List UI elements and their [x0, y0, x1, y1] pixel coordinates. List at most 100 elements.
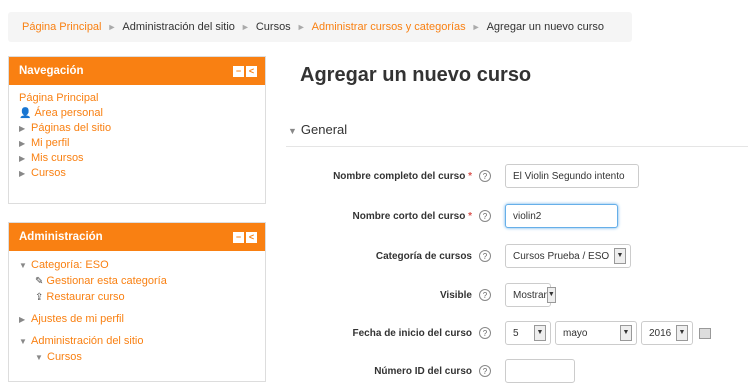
dropdown-arrow-icon: ▼	[620, 325, 632, 341]
form-row-idnumber: Número ID del curso ?	[300, 358, 748, 384]
breadcrumb-separator-icon: ►	[107, 22, 117, 32]
nav-item-label: Mi perfil	[31, 137, 70, 149]
dropdown-arrow-icon: ▼	[676, 325, 688, 341]
chevron-down-icon: ▼	[19, 337, 27, 346]
required-icon: *	[465, 210, 472, 222]
visible-select[interactable]: Mostrar ▼	[505, 283, 556, 307]
required-icon: *	[465, 170, 472, 182]
breadcrumb-separator-icon: ►	[471, 22, 481, 32]
nav-item-my-courses[interactable]: ▶ Mis cursos	[19, 151, 255, 166]
startdate-month-select[interactable]: mayo ▼	[555, 321, 637, 345]
nav-item-site-pages[interactable]: ▶ Páginas del sitio	[19, 121, 255, 136]
dock-icon[interactable]: −	[233, 231, 244, 243]
idnumber-label: Número ID del curso	[374, 365, 472, 377]
pencil-icon: ✎	[35, 276, 44, 287]
chevron-down-icon: ▼	[19, 261, 27, 270]
chevron-right-icon: ▶	[19, 154, 26, 163]
category-label: Categoría de cursos	[375, 250, 472, 262]
chevron-down-icon: ▼	[35, 353, 43, 362]
collapse-icon[interactable]: <	[246, 65, 257, 77]
help-icon[interactable]: ?	[479, 250, 491, 262]
nav-item-dashboard[interactable]: 👤 Área personal	[19, 106, 255, 121]
block-controls: − <	[233, 231, 257, 243]
startdate-year-select[interactable]: 2016 ▼	[641, 321, 693, 345]
visible-label: Visible	[439, 289, 472, 301]
startdate-label: Fecha de inicio del curso	[352, 327, 472, 339]
chevron-right-icon: ▶	[19, 315, 26, 324]
breadcrumb-site-admin[interactable]: Administración del sitio	[122, 21, 235, 33]
chevron-right-icon: ▶	[19, 139, 26, 148]
breadcrumb-manage-courses[interactable]: Administrar cursos y categorías	[312, 21, 466, 33]
navigation-block-title: Navegación	[19, 65, 84, 77]
administration-block-header: Administración − <	[9, 223, 265, 251]
breadcrumb-home[interactable]: Página Principal	[22, 21, 102, 33]
divider	[286, 146, 748, 147]
chevron-right-icon: ▶	[19, 124, 26, 133]
navigation-block: Navegación − < Página Principal 👤 Área per…	[8, 56, 266, 204]
form-row-startdate: Fecha de inicio del curso ? 5 ▼ mayo ▼ 2…	[300, 320, 748, 346]
admin-item-label: Restaurar curso	[46, 291, 125, 303]
person-icon: 👤	[19, 108, 32, 119]
shortname-input[interactable]	[505, 204, 618, 228]
section-title: General	[300, 122, 348, 137]
admin-item-label: Gestionar esta categoría	[46, 275, 167, 287]
help-icon[interactable]: ?	[479, 289, 491, 301]
day-value: 5	[513, 327, 519, 339]
idnumber-input[interactable]	[505, 359, 575, 383]
admin-item-label: Administración del sitio	[31, 335, 144, 347]
nav-item-label: Páginas del sitio	[31, 122, 112, 134]
collapse-icon[interactable]: <	[246, 231, 257, 243]
dropdown-arrow-icon: ▼	[546, 287, 556, 303]
nav-item-profile[interactable]: ▶ Mi perfil	[19, 136, 255, 151]
admin-item-courses[interactable]: ▼ Cursos	[19, 349, 255, 365]
nav-item-courses[interactable]: ▶ Cursos	[19, 166, 255, 181]
breadcrumb-courses[interactable]: Cursos	[256, 21, 291, 33]
breadcrumb-current: Agregar un nuevo curso	[486, 21, 605, 33]
help-icon[interactable]: ?	[479, 170, 491, 182]
admin-item-profile-settings[interactable]: ▶ Ajustes de mi perfil	[19, 311, 255, 327]
admin-item-category[interactable]: ▼ Categoría: ESO	[19, 257, 255, 273]
upload-icon: ⇪	[35, 292, 44, 303]
form-row-fullname: Nombre completo del curso * ?	[300, 163, 748, 189]
chevron-down-icon: ▼	[288, 126, 297, 136]
admin-item-label: Categoría: ESO	[31, 259, 109, 271]
nav-item-home[interactable]: Página Principal	[19, 91, 255, 106]
fullname-label: Nombre completo del curso *	[333, 170, 472, 182]
nav-item-label: Mis cursos	[31, 152, 84, 164]
month-value: mayo	[563, 327, 588, 339]
dropdown-arrow-icon: ▼	[614, 248, 626, 264]
help-icon[interactable]: ?	[479, 365, 491, 377]
chevron-right-icon: ▶	[19, 169, 26, 178]
administration-block: Administración − < ▼ Categoría: ESO ✎ Gesti…	[8, 222, 266, 382]
admin-item-manage-category[interactable]: ✎ Gestionar esta categoría	[19, 273, 255, 289]
block-controls: − <	[233, 65, 257, 77]
form-row-shortname: Nombre corto del curso * ?	[300, 203, 748, 229]
admin-item-restore-course[interactable]: ⇪ Restaurar curso	[19, 289, 255, 305]
fullname-input[interactable]	[505, 164, 639, 188]
year-value: 2016	[649, 327, 672, 339]
nav-item-label: Cursos	[31, 167, 66, 179]
breadcrumb-separator-icon: ►	[240, 22, 250, 32]
dock-icon[interactable]: −	[233, 65, 244, 77]
shortname-label: Nombre corto del curso *	[352, 210, 472, 222]
breadcrumb: Página Principal ► Administración del si…	[8, 12, 632, 42]
page-title: Agregar un nuevo curso	[300, 64, 532, 86]
category-select-value: Cursos Prueba / ESO	[513, 250, 610, 262]
visible-select-value: Mostrar	[513, 289, 547, 301]
admin-item-site-admin[interactable]: ▼ Administración del sitio	[19, 333, 255, 349]
section-general-toggle[interactable]: ▼ General	[288, 122, 347, 137]
startdate-day-select[interactable]: 5 ▼	[505, 321, 551, 345]
admin-item-label: Cursos	[47, 351, 82, 363]
form-row-visible: Visible ? Mostrar ▼	[300, 282, 748, 308]
help-icon[interactable]: ?	[479, 327, 491, 339]
calendar-icon[interactable]	[699, 327, 711, 339]
form-row-category: Categoría de cursos ? Cursos Prueba / ES…	[300, 243, 748, 269]
navigation-block-header: Navegación − <	[9, 57, 265, 85]
administration-block-title: Administración	[19, 231, 103, 243]
category-select[interactable]: Cursos Prueba / ESO ▼	[505, 244, 631, 268]
breadcrumb-separator-icon: ►	[296, 22, 306, 32]
dropdown-arrow-icon: ▼	[534, 325, 546, 341]
help-icon[interactable]: ?	[479, 210, 491, 222]
admin-item-label: Ajustes de mi perfil	[31, 313, 124, 325]
nav-item-label: Área personal	[34, 107, 103, 119]
